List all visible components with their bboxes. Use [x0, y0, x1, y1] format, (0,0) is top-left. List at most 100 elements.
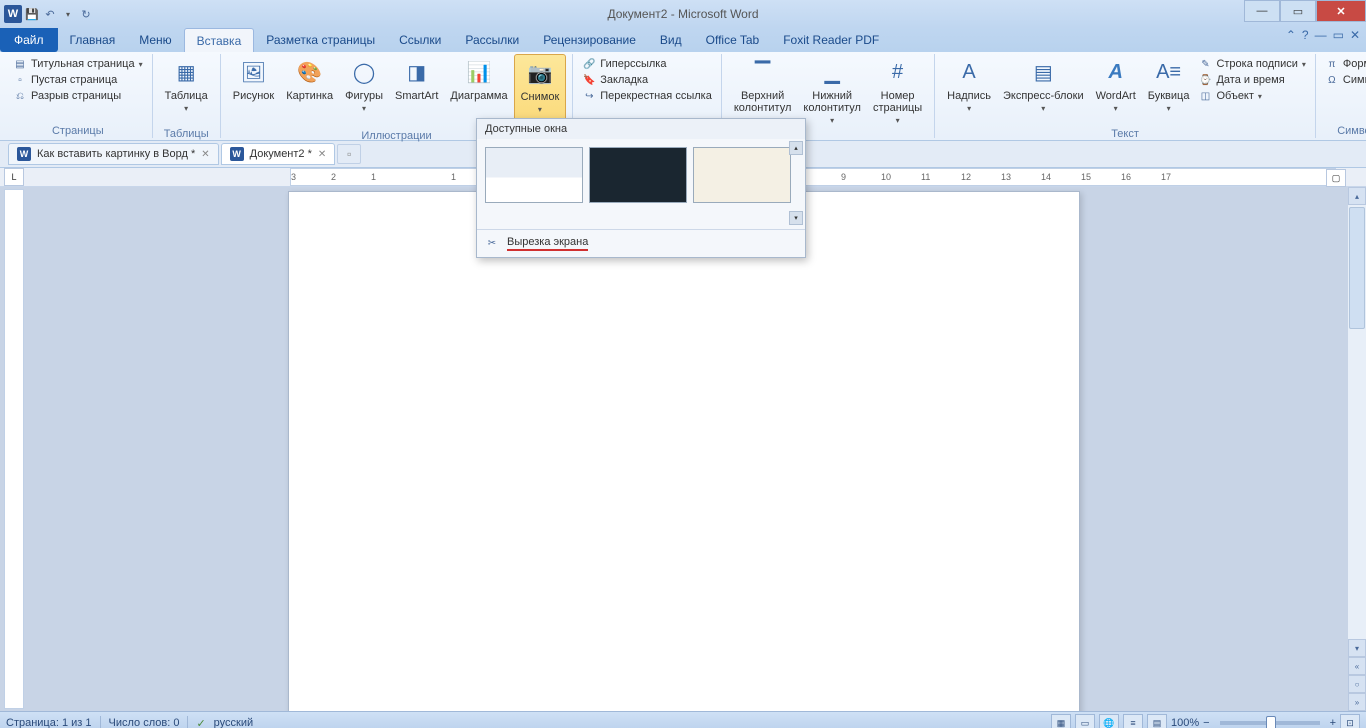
- page-break-button[interactable]: ⎌Разрыв страницы: [10, 88, 146, 104]
- picture-button[interactable]: 🖼Рисунок: [227, 54, 281, 128]
- window-thumbnail-1[interactable]: [485, 147, 583, 203]
- tab-references[interactable]: Ссылки: [387, 28, 453, 52]
- dropdown-scroll-down-icon[interactable]: ▾: [789, 211, 803, 225]
- close-tab-icon[interactable]: ✕: [318, 149, 326, 160]
- undo-dropdown-icon[interactable]: ▾: [60, 6, 76, 22]
- wordart-button[interactable]: AWordArt▾: [1090, 54, 1142, 128]
- scroll-track[interactable]: [1348, 205, 1366, 639]
- shapes-button[interactable]: ◯Фигуры▾: [339, 54, 389, 128]
- chart-button[interactable]: 📊Диаграмма: [444, 54, 513, 128]
- screen-clipping-icon: ✂: [485, 237, 499, 251]
- new-doc-tab-button[interactable]: ▫: [337, 144, 361, 164]
- crossref-button[interactable]: ↪Перекрестная ссылка: [579, 88, 715, 104]
- status-language[interactable]: русский: [214, 717, 253, 728]
- zoom-dialog-icon[interactable]: ⊡: [1340, 714, 1360, 728]
- blank-page-button[interactable]: ▫Пустая страница: [10, 72, 146, 88]
- word-app-icon[interactable]: W: [4, 5, 22, 23]
- zoom-slider[interactable]: [1220, 721, 1320, 725]
- view-draft-icon[interactable]: ▤: [1147, 714, 1167, 728]
- ribbon-minimize-icon[interactable]: ⌃: [1286, 28, 1296, 42]
- view-outline-icon[interactable]: ≡: [1123, 714, 1143, 728]
- dropdown-scroll-up-icon[interactable]: ▴: [789, 141, 803, 155]
- table-button[interactable]: ▦Таблица▾: [159, 54, 214, 128]
- equation-button[interactable]: πФормула▾: [1322, 56, 1366, 72]
- tab-foxit[interactable]: Foxit Reader PDF: [771, 28, 891, 52]
- file-tab[interactable]: Файл: [0, 28, 58, 52]
- workspace: ▴ ▾ « ○ »: [0, 187, 1366, 711]
- page-area[interactable]: [28, 187, 1348, 711]
- tab-home[interactable]: Главная: [58, 28, 128, 52]
- quickparts-button[interactable]: ▤Экспресс-блоки▾: [997, 54, 1090, 128]
- maximize-button[interactable]: ▭: [1280, 0, 1316, 22]
- close-tab-icon[interactable]: ✕: [201, 149, 209, 160]
- window-thumbnail-2[interactable]: [589, 147, 687, 203]
- tab-pagelayout[interactable]: Разметка страницы: [254, 28, 387, 52]
- vertical-scrollbar[interactable]: ▴ ▾ « ○ »: [1348, 187, 1366, 711]
- tab-officetab[interactable]: Office Tab: [694, 28, 772, 52]
- pagenum-button[interactable]: #Номер страницы▾: [867, 54, 928, 128]
- scroll-thumb[interactable]: [1349, 207, 1365, 329]
- tab-selector-button[interactable]: L: [4, 168, 24, 186]
- window-thumbnail-3[interactable]: [693, 147, 791, 203]
- object-button[interactable]: ◫Объект▾: [1195, 88, 1308, 104]
- horizontal-ruler[interactable]: 3 2 1 1 2 9 10 11 12 13 14 15 16 17: [290, 168, 1336, 186]
- mdi-min-icon[interactable]: —: [1315, 28, 1327, 42]
- header-button[interactable]: ▔Верхний колонтитул▾: [728, 54, 798, 128]
- hyperlink-button[interactable]: 🔗Гиперссылка: [579, 56, 715, 72]
- pagenum-icon: #: [882, 56, 914, 88]
- close-button[interactable]: ✕: [1316, 0, 1366, 22]
- minimize-button[interactable]: —: [1244, 0, 1280, 22]
- tab-menu[interactable]: Меню: [127, 28, 183, 52]
- scroll-up-icon[interactable]: ▴: [1348, 187, 1366, 205]
- vertical-ruler[interactable]: [4, 189, 24, 709]
- status-page[interactable]: Страница: 1 из 1: [6, 717, 92, 728]
- symbol-button[interactable]: ΩСимвол▾: [1322, 72, 1366, 88]
- view-print-layout-icon[interactable]: ▦: [1051, 714, 1071, 728]
- signature-line-button[interactable]: ✎Строка подписи▾: [1195, 56, 1308, 72]
- spellcheck-icon[interactable]: ✓: [196, 717, 205, 728]
- doc-tab-2[interactable]: W Документ2 * ✕: [221, 143, 336, 165]
- undo-icon[interactable]: ↶: [42, 6, 58, 22]
- ribbon-help-area: ⌃ ? — ▭ ✕: [1286, 28, 1360, 42]
- clipart-button[interactable]: 🎨Картинка: [280, 54, 339, 128]
- zoom-thumb[interactable]: [1266, 716, 1276, 728]
- status-separator: [187, 716, 188, 728]
- crossref-icon: ↪: [582, 89, 596, 103]
- dropcap-button[interactable]: A≡Буквица▾: [1142, 54, 1196, 128]
- doc-tab-label: Как вставить картинку в Ворд *: [37, 148, 195, 160]
- footer-button[interactable]: ▁Нижний колонтитул▾: [797, 54, 867, 128]
- browse-object-icon[interactable]: ○: [1348, 675, 1366, 693]
- group-text: AНадпись▾ ▤Экспресс-блоки▾ AWordArt▾ A≡Б…: [935, 54, 1316, 138]
- tab-view[interactable]: Вид: [648, 28, 694, 52]
- next-page-icon[interactable]: »: [1348, 693, 1366, 711]
- zoom-out-icon[interactable]: −: [1203, 717, 1209, 728]
- zoom-level[interactable]: 100%: [1171, 717, 1199, 728]
- redo-icon[interactable]: ↻: [78, 6, 94, 22]
- help-icon[interactable]: ?: [1302, 28, 1309, 42]
- textbox-button[interactable]: AНадпись▾: [941, 54, 997, 128]
- scroll-down-icon[interactable]: ▾: [1348, 639, 1366, 657]
- header-icon: ▔: [747, 56, 779, 88]
- datetime-button[interactable]: ⌚Дата и время: [1195, 72, 1308, 88]
- tab-review[interactable]: Рецензирование: [531, 28, 648, 52]
- zoom-in-icon[interactable]: +: [1330, 717, 1336, 728]
- view-web-icon[interactable]: 🌐: [1099, 714, 1119, 728]
- view-fullscreen-icon[interactable]: ▭: [1075, 714, 1095, 728]
- ruler-toggle-button[interactable]: ▢: [1326, 169, 1346, 187]
- bookmark-button[interactable]: 🔖Закладка: [579, 72, 715, 88]
- mdi-close-icon[interactable]: ✕: [1350, 28, 1360, 42]
- window-title: Документ2 - Microsoft Word: [607, 7, 758, 21]
- dropdown-footer[interactable]: ✂ Вырезка экрана: [477, 229, 805, 257]
- tab-mailings[interactable]: Рассылки: [453, 28, 531, 52]
- cover-page-button[interactable]: ▤Титульная страница▾: [10, 56, 146, 72]
- status-words[interactable]: Число слов: 0: [109, 717, 180, 728]
- mdi-restore-icon[interactable]: ▭: [1333, 28, 1344, 42]
- tab-insert[interactable]: Вставка: [184, 28, 255, 52]
- footer-icon: ▁: [816, 56, 848, 88]
- prev-page-icon[interactable]: «: [1348, 657, 1366, 675]
- titlebar: W 💾 ↶ ▾ ↻ Документ2 - Microsoft Word — ▭…: [0, 0, 1366, 28]
- document-page[interactable]: [288, 191, 1080, 711]
- save-icon[interactable]: 💾: [24, 6, 40, 22]
- smartart-button[interactable]: ◨SmartArt: [389, 54, 444, 128]
- doc-tab-1[interactable]: W Как вставить картинку в Ворд * ✕: [8, 143, 219, 165]
